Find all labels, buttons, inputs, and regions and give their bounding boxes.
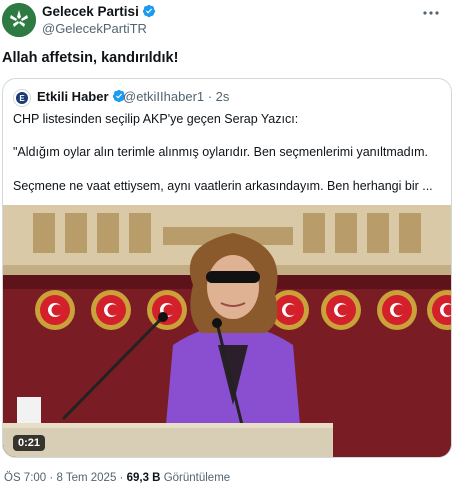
quoted-author-handle[interactable]: @etkiIIhaber1 · 2s	[123, 89, 229, 104]
quoted-text-line: Seçmene ne vaat ettiysem, aynı vaatlerin…	[13, 179, 433, 193]
author-name[interactable]: Gelecek Partisi	[42, 4, 156, 19]
views-label: Görüntüleme	[163, 472, 231, 484]
quoted-text-line: CHP listesinden seçilip AKP'ye geçen Ser…	[13, 112, 299, 126]
svg-text:E: E	[19, 94, 25, 103]
author-name-text[interactable]: Gelecek Partisi	[42, 4, 139, 19]
tweet-header: Gelecek Partisi @GelecekPartiTR	[0, 0, 452, 40]
meta-separator: ·	[49, 472, 54, 484]
views-count: 69,3 B	[126, 472, 161, 484]
quoted-author-name[interactable]: Etkili Haber	[37, 89, 126, 104]
video-thumbnail	[3, 205, 451, 457]
meta-separator: ·	[119, 472, 124, 484]
video-duration-badge: 0:21	[13, 435, 46, 451]
gelecek-partisi-avatar[interactable]	[2, 3, 36, 37]
tweet-text: Allah affetsin, kandırıldık!	[2, 50, 179, 66]
etkili-haber-avatar[interactable]: E	[13, 89, 31, 107]
author-handle[interactable]: @GelecekPartiTR	[42, 21, 147, 36]
more-options-icon[interactable]	[420, 6, 442, 20]
tweet-date[interactable]: 8 Tem 2025	[56, 472, 116, 484]
quoted-author-name-text[interactable]: Etkili Haber	[37, 89, 109, 104]
news-logo-icon: E	[14, 90, 30, 106]
quoted-text-line: "Aldığım oylar alın terimle alınmış oyla…	[13, 145, 428, 159]
party-logo-icon	[2, 3, 36, 37]
video-player[interactable]: 0:21	[3, 205, 451, 457]
tweet-meta: ÖS 7:00 · 8 Tem 2025 · 69,3 B Görüntülem…	[4, 472, 230, 484]
tweet-time[interactable]: ÖS 7:00	[4, 472, 46, 484]
quoted-tweet-card[interactable]: E Etkili Haber @etkiIIhaber1 · 2s CHP li…	[2, 78, 452, 458]
verified-badge-icon	[142, 4, 156, 18]
